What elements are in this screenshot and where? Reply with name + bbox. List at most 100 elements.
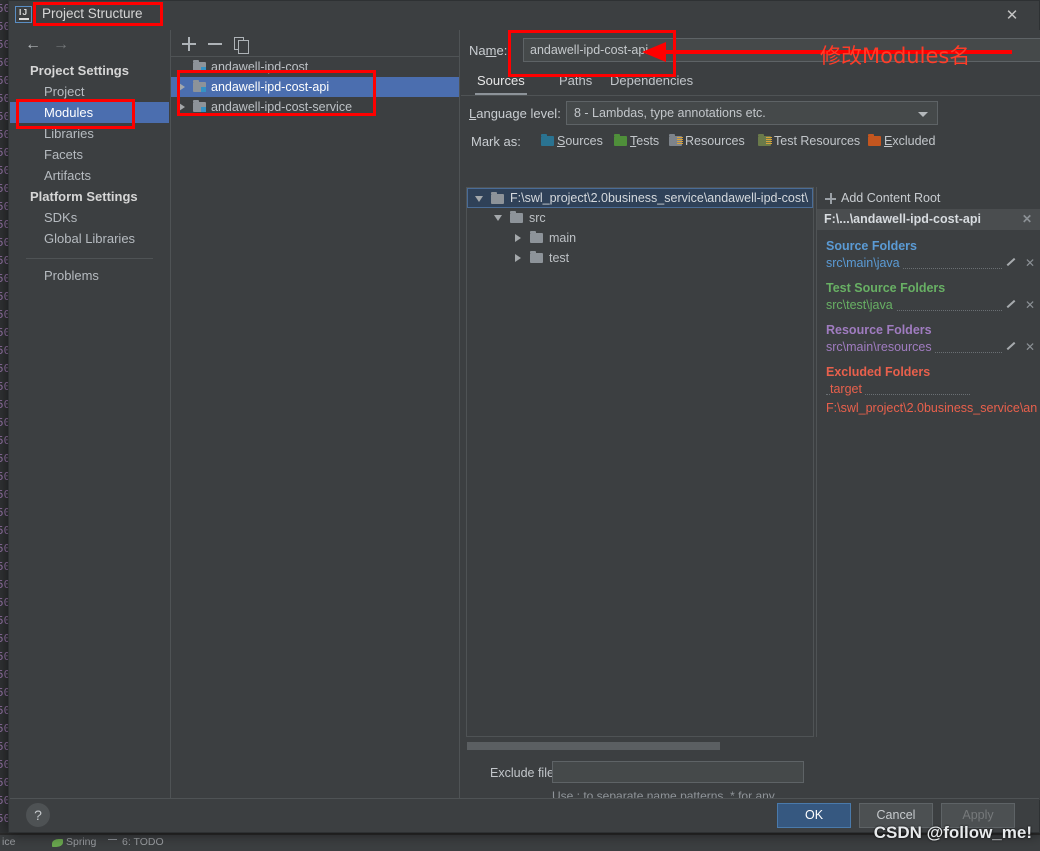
folder-icon: [510, 211, 523, 223]
remove-folder-icon[interactable]: ✕: [1025, 297, 1035, 314]
language-level-select[interactable]: 8 - Lambdas, type annotations etc.: [566, 101, 938, 125]
module-name-label: Name:: [469, 43, 508, 58]
mark-as-sources[interactable]: Sources: [541, 134, 603, 148]
status-spring[interactable]: Spring: [66, 836, 96, 848]
source-folders-title: Source Folders: [826, 239, 917, 253]
edit-pencil-icon[interactable]: [1005, 341, 1016, 352]
resource-folder-path: src\main\resources: [826, 340, 935, 354]
todo-icon: [108, 839, 117, 847]
close-icon[interactable]: ✕: [1003, 7, 1021, 25]
edit-pencil-icon[interactable]: [1005, 299, 1016, 310]
apply-button: Apply: [941, 803, 1015, 828]
remove-folder-icon[interactable]: ✕: [1025, 255, 1035, 272]
forward-arrow-icon: →: [53, 36, 69, 53]
back-arrow-icon[interactable]: ←: [22, 35, 44, 55]
mark-as-tests[interactable]: Tests: [614, 134, 659, 148]
source-folder-item[interactable]: src\main\java ✕: [826, 255, 1040, 272]
test-source-folders-title: Test Source Folders: [826, 281, 946, 295]
copy-module-button[interactable]: [231, 34, 251, 54]
exclude-files-input[interactable]: [552, 761, 804, 783]
content-roots-panel: Add Content Root F:\...\andawell-ipd-cos…: [816, 187, 1040, 737]
module-folder-icon: [193, 60, 206, 72]
sidebar-item-project[interactable]: Project: [10, 81, 169, 102]
content-root-chip[interactable]: F:\...\andawell-ipd-cost-api ✕: [817, 209, 1040, 230]
test-source-folder-path: src\test\java: [826, 298, 896, 312]
tree-row-label: src: [529, 211, 546, 225]
module-name-row: Name:: [461, 30, 1040, 68]
module-row-andawell-ipd-cost-api[interactable]: andawell-ipd-cost-api: [171, 77, 459, 97]
module-row-andawell-ipd-cost[interactable]: andawell-ipd-cost: [171, 57, 459, 77]
spring-icon: [52, 839, 63, 847]
edit-pencil-icon[interactable]: [1005, 257, 1016, 268]
sidebar-item-artifacts[interactable]: Artifacts: [10, 165, 169, 186]
tree-row-test[interactable]: test: [467, 248, 813, 268]
mark-as-test-resources[interactable]: Test Resources: [758, 134, 860, 148]
expand-triangle-icon[interactable]: [515, 234, 521, 242]
language-level-label: Language level:: [469, 106, 561, 121]
sidebar-divider: [26, 258, 153, 259]
dialog-button-bar: ? OK Cancel Apply: [10, 798, 1039, 831]
status-todo[interactable]: 6: TODO: [122, 836, 164, 848]
tree-row-content-root[interactable]: F:\swl_project\2.0business_service\andaw…: [467, 188, 813, 208]
resource-folder-item[interactable]: src\main\resources ✕: [826, 339, 1040, 356]
remove-folder-icon[interactable]: ✕: [1025, 339, 1035, 356]
sidebar-group-platform-settings: Platform Settings: [30, 189, 138, 204]
module-folder-icon: [193, 80, 206, 92]
tab-paths[interactable]: Paths: [557, 71, 594, 93]
module-label: andawell-ipd-cost-service: [211, 100, 353, 114]
module-label: andawell-ipd-cost: [211, 60, 309, 74]
excluded-folder-icon: [868, 134, 881, 146]
sidebar-item-global-libraries[interactable]: Global Libraries: [10, 228, 169, 249]
remove-content-root-icon[interactable]: ✕: [1022, 209, 1032, 230]
plus-icon: [825, 193, 836, 204]
add-content-root-button[interactable]: Add Content Root: [817, 187, 1040, 209]
mark-as-excluded[interactable]: Excluded: [868, 134, 935, 148]
sidebar-item-libraries[interactable]: Libraries: [10, 123, 169, 144]
excluded-folder-item[interactable]: target: [826, 381, 1040, 398]
module-label: andawell-ipd-cost-api: [211, 80, 330, 94]
expand-triangle-icon[interactable]: [179, 83, 185, 91]
scrollbar-thumb[interactable]: [467, 742, 720, 750]
excluded-folders-group: Excluded Folders target F:\swl_project\2…: [817, 365, 1040, 417]
nav-history-bar: ← →: [10, 30, 169, 60]
sidebar-item-sdks[interactable]: SDKs: [10, 207, 169, 228]
dialog-title-bar: IJ Project Structure ✕: [9, 1, 1039, 30]
tree-row-main[interactable]: main: [467, 228, 813, 248]
module-name-input[interactable]: [523, 38, 1040, 62]
help-button[interactable]: ?: [26, 803, 50, 827]
module-row-andawell-ipd-cost-service[interactable]: andawell-ipd-cost-service: [171, 97, 459, 117]
sidebar-item-problems[interactable]: Problems: [10, 265, 169, 286]
tests-folder-icon: [614, 134, 627, 146]
tree-row-label: F:\swl_project\2.0business_service\andaw…: [510, 191, 809, 205]
test-source-folders-group: Test Source Folders src\test\java ✕: [817, 281, 1040, 314]
mark-as-resources[interactable]: Resources: [669, 134, 745, 148]
collapse-triangle-icon[interactable]: [475, 196, 483, 202]
project-structure-dialog: IJ Project Structure ✕ ← → Project Setti…: [8, 0, 1040, 833]
tree-row-src[interactable]: src: [467, 208, 813, 228]
remove-module-button[interactable]: [205, 34, 225, 54]
resource-folders-group: Resource Folders src\main\resources ✕: [817, 323, 1040, 356]
content-root-path: F:\...\andawell-ipd-cost-api: [824, 212, 981, 226]
modules-toolbar: [171, 30, 459, 57]
mark-as-row: Mark as: Sources Tests Resources Test Re…: [461, 130, 1040, 154]
source-folders-group: Source Folders src\main\java ✕: [817, 239, 1040, 272]
file-tree-horizontal-scrollbar[interactable]: [466, 741, 814, 751]
expand-triangle-icon[interactable]: [179, 103, 185, 111]
cancel-button[interactable]: Cancel: [859, 803, 933, 828]
tab-sources[interactable]: Sources: [475, 71, 527, 95]
tree-row-label: main: [549, 231, 577, 245]
sidebar-item-facets[interactable]: Facets: [10, 144, 169, 165]
dialog-title: Project Structure: [42, 6, 143, 21]
excluded-folder-path-2: F:\swl_project\2.0business_service\an: [826, 401, 1038, 415]
collapse-triangle-icon[interactable]: [494, 215, 502, 221]
ok-button[interactable]: OK: [777, 803, 851, 828]
tab-dependencies[interactable]: Dependencies: [608, 71, 695, 93]
sidebar-item-modules[interactable]: Modules: [10, 102, 169, 123]
test-source-folder-item[interactable]: src\test\java ✕: [826, 297, 1040, 314]
add-module-button[interactable]: [179, 34, 199, 54]
module-folder-icon: [193, 100, 206, 112]
ide-status-bar: ice Spring 6: TODO: [0, 835, 1040, 851]
expand-triangle-icon[interactable]: [515, 254, 521, 262]
module-editor-panel: Name: Sources Paths Dependencies Languag…: [461, 30, 1040, 820]
status-left-text: ice: [2, 836, 16, 848]
